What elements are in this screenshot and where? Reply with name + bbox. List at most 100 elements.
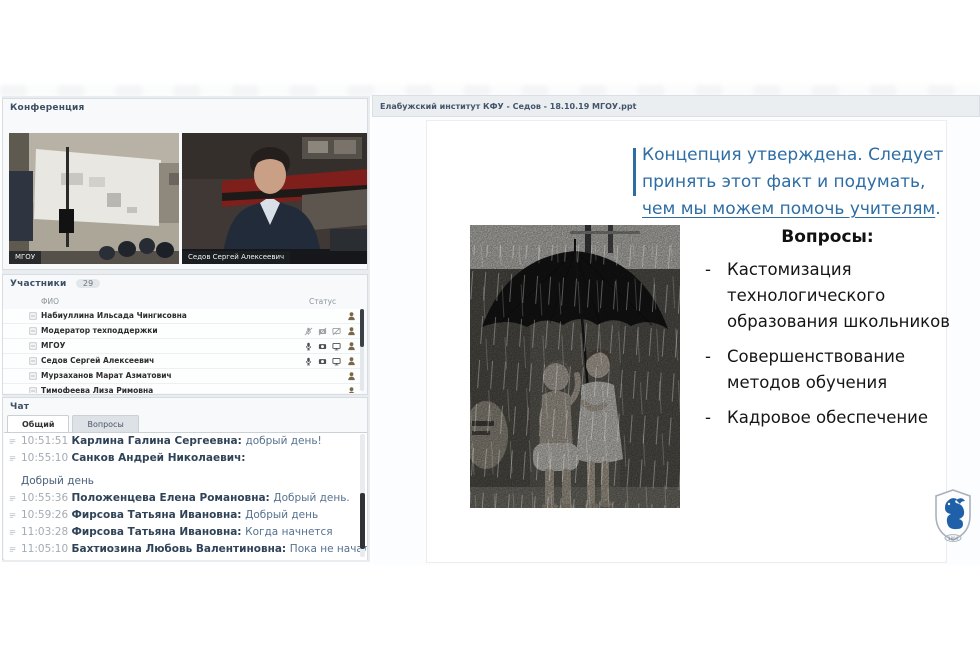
participants-scrollbar[interactable]	[360, 309, 364, 391]
mic-icon	[304, 342, 313, 351]
presentation-area: Концепция утверждена. Следует принять эт…	[372, 117, 980, 565]
participants-panel: Участники 29 ФИО Статус Набиуллина Ильса…	[2, 274, 368, 395]
video-label: МГОУ	[9, 251, 41, 264]
column-header-status: Статус	[309, 297, 336, 306]
mic-icon	[304, 357, 313, 366]
slide-title-line2: принять этот факт и подумать,	[642, 172, 925, 192]
participant-row[interactable]: Мурзаханов Марат Азматович	[3, 369, 361, 384]
chat-message: 10:55:36 Положенцева Елена Романовна: До…	[4, 490, 367, 507]
bullet-marker: -	[705, 257, 727, 335]
participant-name: МГОУ	[41, 341, 65, 350]
camera-icon	[318, 357, 327, 366]
message-time: 10:51:51	[21, 435, 72, 447]
chat-message: 10:59:26 Фирсова Татьяна Ивановна: Добры…	[4, 507, 367, 524]
grip-icon	[29, 342, 37, 350]
screen-icon	[332, 357, 341, 366]
conference-panel: Конференция	[2, 98, 368, 270]
chat-message: 10:55:10 Санков Андрей Николаевич:	[4, 450, 367, 467]
slide-bullet-item: -Кастомизация технологического образован…	[705, 257, 955, 335]
message-author: Фирсова Татьяна Ивановна:	[72, 526, 246, 538]
video-label: Седов Сергей Алексеевич	[182, 251, 290, 264]
bullet-marker: -	[705, 405, 727, 431]
person-icon	[347, 371, 356, 381]
tab-general[interactable]: Общий	[7, 415, 69, 433]
person-icon	[347, 356, 356, 366]
person-icon	[347, 341, 356, 351]
participant-status-icons	[299, 327, 341, 336]
participants-scrollbar-thumb[interactable]	[360, 309, 364, 347]
participants-count-badge: 29	[76, 279, 101, 288]
participant-row[interactable]: Тимофеева Лиза Римовна	[3, 384, 361, 393]
chat-message: 11:14:47 Чулкова Татьяна Николаевна: Доб…	[4, 558, 367, 560]
chat-message-continuation: Добрый день	[4, 467, 367, 490]
chat-panel: Чат Общий Вопросы 10:51:51 Карлина Галин…	[2, 397, 368, 560]
message-text: Добрый день.	[273, 492, 349, 504]
grip-icon	[29, 387, 37, 393]
grip-icon	[29, 327, 37, 335]
left-column: Конференция	[2, 96, 370, 562]
presentation-file-title: Елабужский институт КФУ - Седов - 18.10.…	[373, 96, 979, 111]
message-time: 11:03:28	[21, 526, 72, 538]
video-feed-classroom[interactable]: МГОУ	[9, 133, 179, 264]
classroom-video-frame	[9, 133, 179, 264]
bullet-text: Кастомизация технологического образовани…	[727, 257, 955, 335]
message-icon	[9, 512, 16, 519]
message-text: Пока не началась?	[290, 543, 367, 555]
slide-questions-heading: Вопросы:	[705, 227, 950, 247]
chat-scrollbar-thumb[interactable]	[360, 493, 365, 549]
message-time: 11:05:10	[21, 543, 72, 555]
participant-row[interactable]: Модератор техподдержки	[3, 324, 361, 339]
camera-icon	[318, 342, 327, 351]
person-icon	[347, 311, 356, 321]
chat-scrollbar[interactable]	[360, 434, 365, 557]
tab-questions[interactable]: Вопросы	[72, 415, 138, 433]
participant-row[interactable]: Набиуллина Ильсада Чингисовна	[3, 309, 361, 324]
webinar-app-window: Конференция	[0, 0, 980, 653]
person-icon	[347, 326, 356, 336]
participant-name: Мурзаханов Марат Азматович	[41, 371, 172, 380]
bullet-text: Совершенствование методов обучения	[727, 344, 955, 396]
message-author: Бахтиозина Любовь Валентиновна:	[72, 543, 290, 555]
participants-panel-title: Участники 29	[3, 275, 367, 289]
participants-title: Участники	[10, 279, 66, 289]
chat-message-list[interactable]: 10:51:51 Карлина Галина Сергеевна: добры…	[4, 432, 367, 560]
chat-tabs: Общий Вопросы	[7, 415, 139, 432]
slide-bullet-item: -Кадровое обеспечение	[705, 405, 955, 431]
mic-off-icon	[304, 327, 313, 336]
bullet-text: Кадровое обеспечение	[727, 405, 955, 431]
conference-panel-title: Конференция	[3, 99, 367, 113]
message-author: Санков Андрей Николаевич:	[72, 452, 246, 464]
message-icon	[9, 529, 16, 536]
video-feed-speaker[interactable]: Седов Сергей Алексеевич	[182, 133, 367, 264]
message-time: 10:55:36	[21, 492, 72, 504]
participant-row[interactable]: МГОУ	[3, 339, 361, 354]
message-icon	[9, 546, 16, 553]
message-icon	[9, 455, 16, 462]
participant-name: Набиуллина Ильсада Чингисовна	[41, 311, 187, 320]
message-icon	[9, 438, 16, 445]
participant-name: Тимофеева Лиза Римовна	[41, 386, 153, 393]
children-under-umbrella-photo	[470, 225, 680, 508]
slide-bullet-item: -Совершенствование методов обучения	[705, 344, 955, 396]
chat-message: 10:51:51 Карлина Галина Сергеевна: добры…	[4, 433, 367, 450]
column-header-name: ФИО	[41, 297, 59, 306]
slide-bullet-list: -Кастомизация технологического образован…	[705, 257, 955, 440]
message-author: Карлина Галина Сергеевна:	[72, 435, 246, 447]
grip-icon	[29, 312, 37, 320]
participants-list[interactable]: Набиуллина Ильсада Чингисовна Модератор т…	[3, 309, 361, 393]
participant-row[interactable]: Седов Сергей Алексеевич	[3, 354, 361, 369]
message-text: добрый день!	[245, 435, 321, 447]
slide-title-line3-underlined: чем мы можем помочь учителям	[642, 199, 935, 219]
message-text: Когда начнется	[245, 526, 332, 538]
message-time: 10:55:10	[21, 452, 72, 464]
slide-title-line3-tail: .	[935, 199, 940, 219]
message-text: Добрый день	[21, 475, 94, 487]
participant-status-icons	[299, 342, 341, 351]
bullet-marker: -	[705, 344, 727, 396]
message-author: Фирсова Татьяна Ивановна:	[72, 509, 246, 521]
presentation-header-bar: Елабужский институт КФУ - Седов - 18.10.…	[372, 95, 980, 117]
message-icon	[9, 495, 16, 502]
participant-name: Модератор техподдержки	[41, 326, 158, 335]
slide: Концепция утверждена. Следует принять эт…	[426, 120, 947, 563]
message-author: Положенцева Елена Романовна:	[72, 492, 274, 504]
